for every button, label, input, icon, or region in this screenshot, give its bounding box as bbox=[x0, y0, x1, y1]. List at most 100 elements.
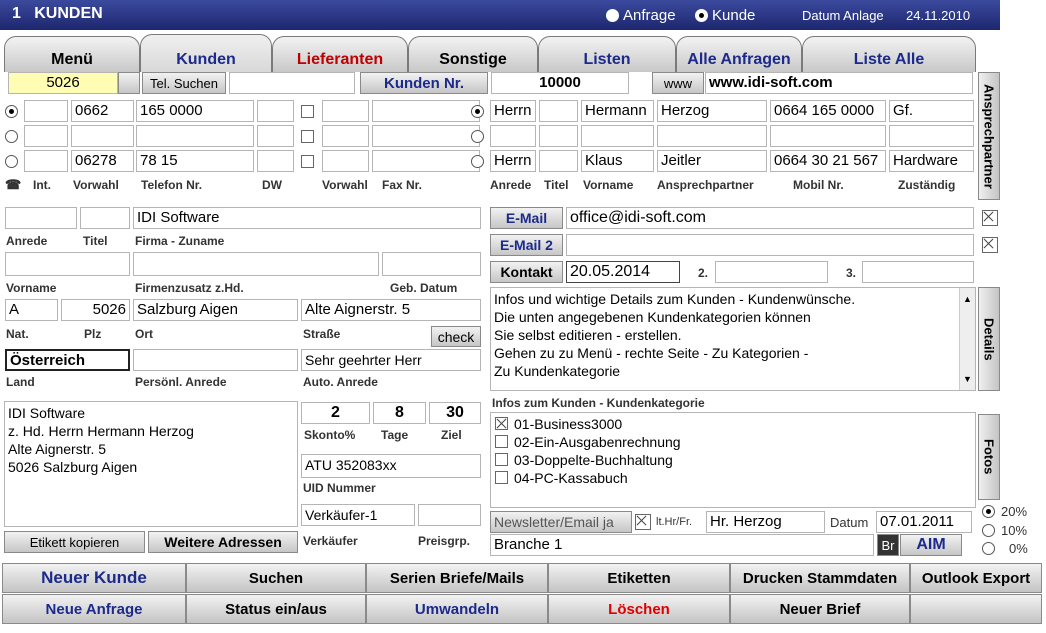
contact-row-radio[interactable] bbox=[471, 105, 484, 118]
preisgruppe-field[interactable] bbox=[418, 504, 481, 526]
fax-checkbox[interactable] bbox=[301, 155, 314, 168]
contact-name-field[interactable]: Herzog bbox=[657, 100, 767, 122]
email2-button[interactable]: E-Mail 2 bbox=[490, 234, 563, 256]
tab-kunden[interactable]: Kunden bbox=[140, 34, 272, 72]
tab-alle-anfragen[interactable]: Alle Anfragen bbox=[676, 36, 802, 72]
email2-send-checkbox[interactable] bbox=[982, 237, 998, 253]
neuer-kunde-button[interactable]: Neuer Kunde bbox=[2, 563, 186, 593]
email2-field[interactable] bbox=[566, 234, 974, 256]
firmenzusatz-field[interactable] bbox=[133, 252, 379, 276]
kontakt-button[interactable]: Kontakt bbox=[490, 261, 563, 283]
plz-field[interactable]: 5026 bbox=[61, 299, 130, 321]
tel-suchen-field[interactable] bbox=[229, 72, 355, 94]
phone-vorwahl-field[interactable] bbox=[71, 125, 134, 147]
scroll-up-icon[interactable]: ▲ bbox=[963, 290, 972, 308]
email-button[interactable]: E-Mail bbox=[490, 207, 563, 229]
skonto-field[interactable]: 2 bbox=[301, 402, 370, 424]
contact-mobil-field[interactable]: 0664 30 21 567 bbox=[770, 150, 886, 172]
kunde-id-field[interactable]: 5026 bbox=[8, 72, 118, 94]
tel-suchen-button[interactable]: Tel. Suchen bbox=[142, 72, 226, 94]
fax-checkbox[interactable] bbox=[301, 130, 314, 143]
contact-mobil-field[interactable] bbox=[770, 125, 886, 147]
kunde-id-button[interactable] bbox=[118, 72, 140, 94]
newsletter-checkbox[interactable] bbox=[635, 514, 651, 530]
contact-zust-field[interactable]: Gf. bbox=[889, 100, 974, 122]
email-field[interactable]: office@idi-soft.com bbox=[566, 207, 974, 229]
phone-dw-field[interactable] bbox=[257, 125, 294, 147]
land-field[interactable]: Österreich bbox=[5, 349, 130, 371]
contact-row-radio[interactable] bbox=[471, 155, 484, 168]
neuer-brief-button[interactable]: Neuer Brief bbox=[730, 594, 910, 624]
auto-anrede-field[interactable]: Sehr geehrter Herr bbox=[301, 349, 481, 371]
uid-field[interactable]: ATU 352083xx bbox=[301, 454, 481, 478]
pct-0-radio[interactable] bbox=[982, 542, 995, 555]
contact-anrede-field[interactable] bbox=[490, 125, 536, 147]
anrede-field[interactable] bbox=[5, 207, 77, 229]
empty-button[interactable] bbox=[910, 594, 1042, 624]
kategorie-item[interactable]: 01-Business3000 bbox=[494, 415, 972, 433]
phone-telefon-field[interactable] bbox=[136, 125, 254, 147]
tab-listen[interactable]: Listen bbox=[538, 36, 676, 72]
info-scrollbar[interactable]: ▲ ▼ bbox=[959, 288, 975, 390]
phone-dw-field[interactable] bbox=[257, 150, 294, 172]
contact-vorname-field[interactable]: Hermann bbox=[581, 100, 654, 122]
phone-fax-field[interactable] bbox=[372, 125, 480, 147]
weitere-adressen-button[interactable]: Weitere Adressen bbox=[148, 531, 298, 553]
int-field[interactable] bbox=[24, 100, 68, 122]
contact-titel-field[interactable] bbox=[539, 125, 578, 147]
contact-vorname-field[interactable] bbox=[581, 125, 654, 147]
umwandeln-button[interactable]: Umwandeln bbox=[366, 594, 548, 624]
ansprechpartner-button[interactable]: Ansprechpartner bbox=[978, 72, 1000, 200]
email-send-checkbox[interactable] bbox=[982, 210, 998, 226]
branche-field[interactable]: Branche 1 bbox=[490, 534, 874, 556]
contact-name-field[interactable] bbox=[657, 125, 767, 147]
int-field[interactable] bbox=[24, 150, 68, 172]
status-button[interactable]: Status ein/aus bbox=[186, 594, 366, 624]
phone-fvorwahl-field[interactable] bbox=[322, 150, 369, 172]
phone-vorwahl-field[interactable]: 0662 bbox=[71, 100, 134, 122]
kategorie-checkbox[interactable] bbox=[495, 435, 508, 448]
phone-telefon-field[interactable]: 78 15 bbox=[136, 150, 254, 172]
kategorie-item[interactable]: 02-Ein-Ausgabenrechnung bbox=[494, 433, 972, 451]
phone-telefon-field[interactable]: 165 0000 bbox=[136, 100, 254, 122]
pct-20-radio[interactable] bbox=[982, 505, 995, 518]
nat-field[interactable]: A bbox=[5, 299, 58, 321]
firma-field[interactable]: IDI Software bbox=[133, 207, 481, 229]
serien-briefe-button[interactable]: Serien Briefe/Mails bbox=[366, 563, 548, 593]
contact-anrede-field[interactable]: Herrn bbox=[490, 150, 536, 172]
strasse-field[interactable]: Alte Aignerstr. 5 bbox=[301, 299, 481, 321]
phone-fax-field[interactable] bbox=[372, 150, 480, 172]
tab-liste-alle[interactable]: Liste Alle bbox=[802, 36, 976, 72]
www-field[interactable]: www.idi-soft.com bbox=[705, 72, 973, 94]
info-textarea[interactable]: Infos und wichtige Details zum Kunden - … bbox=[490, 287, 976, 391]
contact-row-radio[interactable] bbox=[471, 130, 484, 143]
vorname-field[interactable] bbox=[5, 252, 130, 276]
kategorie-checkbox[interactable] bbox=[495, 471, 508, 484]
contact-name-field[interactable]: Jeitler bbox=[657, 150, 767, 172]
kategorie-checkbox[interactable] bbox=[495, 417, 508, 430]
phone-vorwahl-field[interactable]: 06278 bbox=[71, 150, 134, 172]
details-button[interactable]: Details bbox=[978, 287, 1000, 391]
radio-kunde-dot[interactable] bbox=[695, 9, 708, 22]
tab-sonstige[interactable]: Sonstige bbox=[408, 36, 538, 72]
ort-field[interactable]: Salzburg Aigen bbox=[133, 299, 298, 321]
aim-button[interactable]: AIM bbox=[900, 534, 962, 556]
kontakt-date-field[interactable]: 20.05.2014 bbox=[566, 261, 680, 283]
neue-anfrage-button[interactable]: Neue Anfrage bbox=[2, 594, 186, 624]
contact-mobil-field[interactable]: 0664 165 0000 bbox=[770, 100, 886, 122]
contact-zust-field[interactable]: Hardware bbox=[889, 150, 974, 172]
kontakt2-field[interactable] bbox=[715, 261, 828, 283]
kontakt3-field[interactable] bbox=[862, 261, 974, 283]
radio-kunde[interactable]: Kunde bbox=[695, 7, 755, 24]
verkaeufer-field[interactable]: Verkäufer-1 bbox=[301, 504, 415, 526]
phone-fax-field[interactable] bbox=[372, 100, 480, 122]
tab-menu[interactable]: Menü bbox=[4, 36, 140, 72]
etiketten-button[interactable]: Etiketten bbox=[548, 563, 730, 593]
contact-titel-field[interactable] bbox=[539, 150, 578, 172]
tab-lieferanten[interactable]: Lieferanten bbox=[272, 36, 408, 72]
phone-row-radio[interactable] bbox=[5, 105, 18, 118]
kategorie-item[interactable]: 03-Doppelte-Buchhaltung bbox=[494, 451, 972, 469]
branche-button[interactable]: Br bbox=[877, 534, 899, 556]
datum-field[interactable]: 07.01.2011 bbox=[876, 511, 972, 533]
loeschen-button[interactable]: Löschen bbox=[548, 594, 730, 624]
